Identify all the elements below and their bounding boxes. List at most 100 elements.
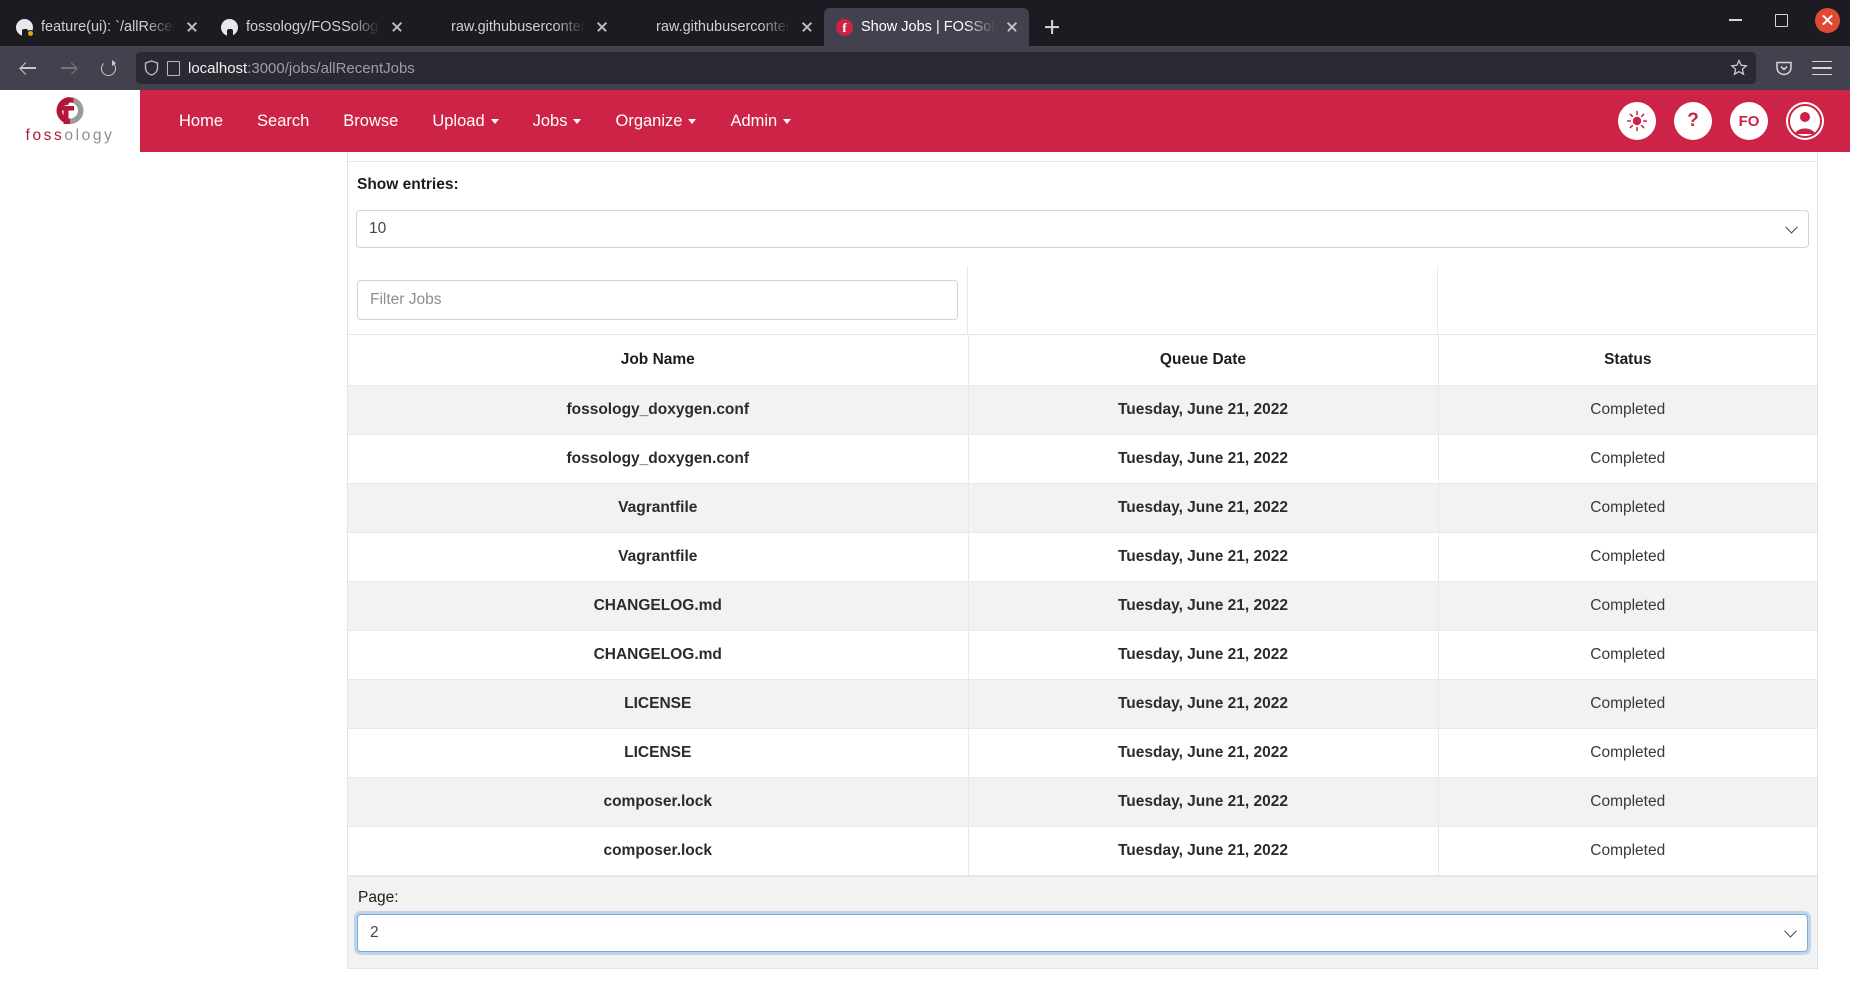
pocket-icon: [1775, 59, 1793, 77]
column-header-job-name[interactable]: Job Name: [348, 335, 969, 386]
table-row[interactable]: CHANGELOG.md Tuesday, June 21, 2022 Comple…: [348, 581, 1817, 631]
table-row[interactable]: fossology_doxygen.conf Tuesday, June 21, …: [348, 434, 1817, 484]
tab-title: raw.githubusercontent.com/: [451, 19, 585, 35]
url-path: :3000/jobs/allRecentJobs: [247, 59, 415, 77]
cell-queue-date: Tuesday, June 21, 2022: [968, 826, 1439, 876]
table-header-row: Job Name Queue Date Status: [348, 335, 1817, 386]
page-label: Page:: [358, 888, 399, 906]
browser-titlebar: feature(ui): `/allRecentJo fossology/FOS…: [0, 0, 1850, 46]
close-icon[interactable]: [388, 18, 406, 36]
jobs-table-head: Job Name Queue Date Status: [348, 335, 1817, 386]
help-button[interactable]: ?: [1674, 102, 1712, 140]
cell-job-name: fossology_doxygen.conf: [348, 385, 969, 435]
cell-status: Completed: [1438, 826, 1817, 876]
back-button[interactable]: [10, 52, 46, 84]
chevron-down-icon: [490, 118, 499, 124]
browser-tab-4[interactable]: raw.githubusercontent.com/: [619, 8, 824, 46]
app-navbar: fossology Home Search Browse Upload Jobs…: [0, 90, 1850, 152]
browser-tab-3[interactable]: raw.githubusercontent.com/: [414, 8, 619, 46]
cell-job-name: fossology_doxygen.conf: [348, 434, 969, 484]
browser-tab-5-active[interactable]: Show Jobs | FOSSology: [824, 8, 1029, 46]
chevron-down-icon: [1784, 924, 1797, 938]
hamburger-menu-icon: [1812, 60, 1832, 76]
browser-tab-2[interactable]: fossology/FOSSologyUI: F: [209, 8, 414, 46]
table-row[interactable]: fossology_doxygen.conf Tuesday, June 21, …: [348, 385, 1817, 435]
app-nav-items: Home Search Browse Upload Jobs Organize …: [140, 90, 808, 152]
filter-cell-status: [1438, 266, 1817, 334]
tab-title: feature(ui): `/allRecentJo: [41, 19, 175, 35]
tab-title: Show Jobs | FOSSology: [861, 19, 995, 35]
close-icon[interactable]: [798, 18, 816, 36]
account-avatar[interactable]: [1786, 102, 1824, 140]
cell-status: Completed: [1438, 728, 1817, 778]
browser-menu-button[interactable]: [1804, 52, 1840, 84]
jobs-panel: Show entries: 10 Filter Jobs Job Name Qu…: [347, 152, 1818, 969]
filter-jobs-input[interactable]: [357, 280, 958, 320]
nav-label: Admin: [730, 111, 778, 130]
user-initials-badge[interactable]: FO: [1730, 102, 1768, 140]
fossology-logo[interactable]: fossology: [0, 90, 140, 152]
nav-item-organize[interactable]: Organize: [598, 104, 713, 139]
cell-status: Completed: [1438, 483, 1817, 533]
table-row[interactable]: CHANGELOG.md Tuesday, June 21, 2022 Comple…: [348, 630, 1817, 680]
github-icon: [221, 18, 238, 36]
table-row[interactable]: LICENSE Tuesday, June 21, 2022 Completed: [348, 728, 1817, 778]
close-icon[interactable]: [593, 18, 611, 36]
cell-queue-date: Tuesday, June 21, 2022: [968, 728, 1439, 778]
chevron-down-icon: [573, 118, 582, 124]
show-entries-value: 10: [369, 220, 387, 237]
nav-item-browse[interactable]: Browse: [326, 104, 415, 139]
chevron-down-icon: [688, 118, 697, 124]
close-icon[interactable]: [183, 18, 201, 36]
cell-job-name: Vagrantfile: [348, 483, 969, 533]
close-icon[interactable]: [1003, 18, 1021, 36]
forward-button[interactable]: [50, 52, 86, 84]
pagination-block: Page: 2: [348, 875, 1817, 968]
table-row[interactable]: composer.lock Tuesday, June 21, 2022 Compl…: [348, 777, 1817, 827]
browser-tab-1[interactable]: feature(ui): `/allRecentJo: [4, 8, 209, 46]
star-icon[interactable]: [1730, 59, 1748, 77]
table-row[interactable]: LICENSE Tuesday, June 21, 2022 Completed: [348, 679, 1817, 729]
table-row[interactable]: Vagrantfile Tuesday, June 21, 2022 Complet…: [348, 483, 1817, 533]
page-select[interactable]: 2: [357, 913, 1808, 952]
back-arrow-icon: [20, 60, 37, 77]
minimize-icon[interactable]: [1712, 0, 1758, 40]
column-header-status[interactable]: Status: [1438, 335, 1817, 386]
nav-item-admin[interactable]: Admin: [713, 104, 808, 139]
person-icon: [1788, 104, 1822, 138]
user-initials-text: FO: [1738, 112, 1760, 130]
reload-button[interactable]: [90, 52, 126, 84]
nav-label: Browse: [343, 111, 399, 130]
tab-title: raw.githubusercontent.com/: [656, 19, 790, 35]
nav-item-home[interactable]: Home: [162, 104, 240, 139]
table-row[interactable]: composer.lock Tuesday, June 21, 2022 Compl…: [348, 826, 1817, 876]
cell-queue-date: Tuesday, June 21, 2022: [968, 532, 1439, 582]
url-host: localhost: [188, 59, 248, 77]
table-row[interactable]: Vagrantfile Tuesday, June 21, 2022 Complet…: [348, 532, 1817, 582]
column-header-queue-date[interactable]: Queue Date: [968, 335, 1439, 386]
blank-icon: [631, 19, 648, 36]
brand-word-1: foss: [25, 126, 65, 144]
new-tab-button[interactable]: [1035, 10, 1069, 44]
browser-window: feature(ui): `/allRecentJo fossology/FOS…: [0, 0, 1850, 1003]
nav-item-search[interactable]: Search: [240, 104, 326, 139]
reload-icon: [100, 60, 117, 77]
page-value: 2: [370, 923, 379, 941]
theme-toggle-button[interactable]: [1618, 102, 1656, 140]
pocket-button[interactable]: [1766, 52, 1802, 84]
jobs-table: Job Name Queue Date Status fossology_dox…: [348, 335, 1817, 876]
shield-icon: [144, 60, 159, 76]
restore-icon[interactable]: [1758, 0, 1804, 40]
nav-label: Home: [179, 111, 224, 130]
close-window-icon[interactable]: [1804, 0, 1850, 40]
cell-job-name: composer.lock: [348, 826, 969, 876]
address-bar[interactable]: localhost:3000/jobs/allRecentJobs: [136, 52, 1756, 84]
cell-status: Completed: [1438, 434, 1817, 484]
question-mark-icon: ?: [1687, 110, 1699, 131]
chevron-down-icon: [1785, 220, 1798, 234]
nav-label: Upload: [432, 111, 485, 130]
nav-item-jobs[interactable]: Jobs: [516, 104, 599, 139]
show-entries-select[interactable]: 10: [356, 210, 1809, 248]
nav-item-upload[interactable]: Upload: [415, 104, 515, 139]
chevron-down-icon: [783, 118, 792, 124]
